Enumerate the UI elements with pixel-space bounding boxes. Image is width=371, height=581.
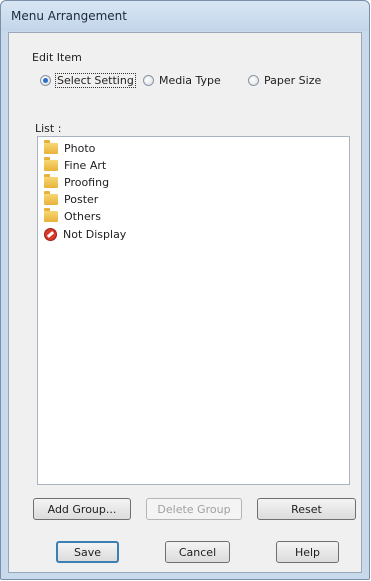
list-item-label: Not Display	[63, 227, 127, 241]
list-item[interactable]: Photo	[44, 139, 96, 156]
window-title: Menu Arrangement	[11, 9, 127, 23]
folder-icon	[44, 207, 58, 222]
cancel-button[interactable]: Cancel	[165, 541, 230, 563]
reset-button[interactable]: Reset	[257, 498, 356, 520]
help-button[interactable]: Help	[276, 541, 339, 563]
list-item-label: Poster	[64, 192, 99, 206]
folder-icon	[44, 139, 58, 154]
list-item[interactable]: Others	[44, 207, 101, 224]
save-button[interactable]: Save	[56, 541, 119, 563]
not-display-icon	[44, 227, 57, 241]
list-item[interactable]: Fine Art	[44, 156, 107, 173]
edit-item-label: Edit Item	[32, 51, 82, 64]
menu-list[interactable]: Photo Fine Art Proofing Poster Others No…	[37, 136, 350, 485]
radio-selected-icon[interactable]	[40, 74, 51, 86]
folder-icon	[44, 156, 58, 171]
folder-icon	[44, 190, 58, 205]
radio-paper-size-label: Paper Size	[264, 73, 322, 87]
radio-select-setting[interactable]: Select Setting	[40, 72, 136, 88]
radio-media-type[interactable]: Media Type	[143, 73, 222, 87]
list-item-label: Photo	[64, 141, 96, 155]
delete-group-button[interactable]: Delete Group	[146, 498, 242, 520]
radio-unselected-icon[interactable]	[143, 74, 154, 86]
list-item-label: Fine Art	[64, 158, 107, 172]
add-group-button[interactable]: Add Group...	[33, 498, 131, 520]
list-item-label: Proofing	[64, 175, 110, 189]
radio-select-setting-label: Select Setting	[55, 72, 136, 88]
list-item-label: Others	[64, 209, 101, 223]
list-item[interactable]: Not Display	[44, 226, 126, 242]
list-item[interactable]: Proofing	[44, 173, 110, 190]
title-bar[interactable]: Menu Arrangement	[1, 1, 369, 31]
folder-icon	[44, 173, 58, 188]
list-label: List :	[35, 122, 62, 135]
list-item[interactable]: Poster	[44, 190, 99, 207]
radio-paper-size[interactable]: Paper Size	[248, 73, 322, 87]
radio-media-type-label: Media Type	[159, 73, 221, 87]
radio-unselected-icon[interactable]	[248, 74, 259, 86]
